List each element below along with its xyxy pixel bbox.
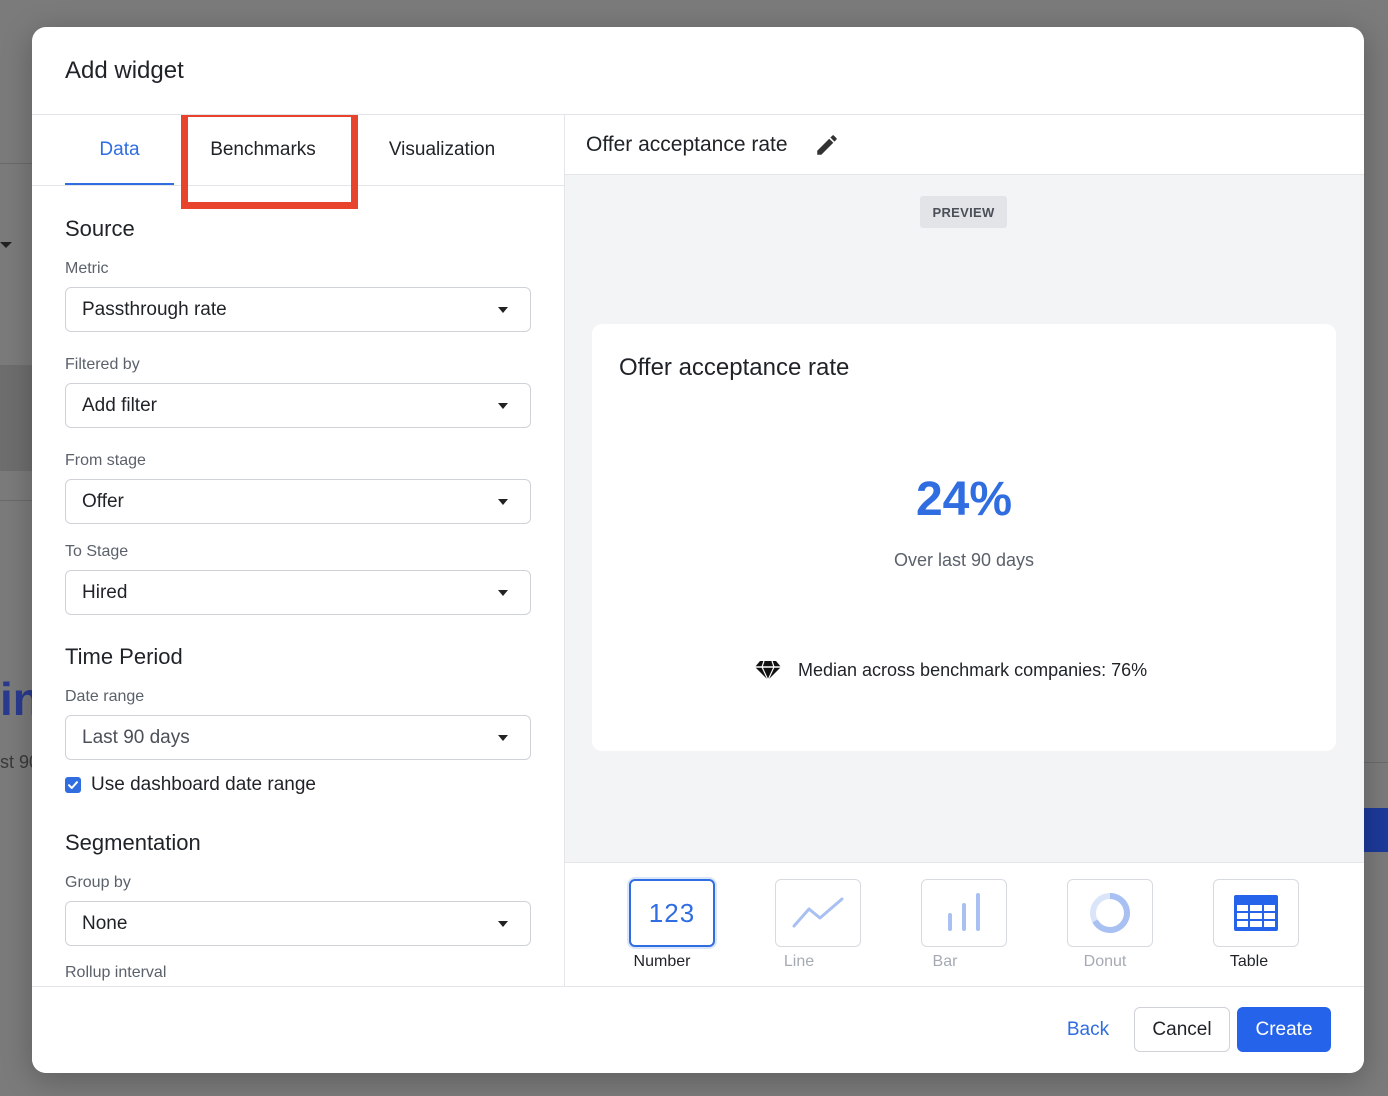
number-icon: 123: [629, 879, 715, 947]
from-stage-select[interactable]: Offer: [65, 479, 531, 524]
filtered-by-label: Filtered by: [65, 356, 140, 373]
chevron-down-icon: [498, 402, 508, 409]
source-section-title: Source: [65, 216, 135, 241]
rollup-interval-label: Rollup interval: [65, 964, 167, 981]
segmentation-section-title: Segmentation: [65, 830, 201, 855]
modal-header: Add widget: [32, 27, 1364, 115]
background-text-large: in: [0, 673, 32, 725]
pencil-glyph: [816, 134, 837, 155]
from-stage-label: From stage: [65, 452, 146, 469]
filter-select[interactable]: Add filter: [65, 383, 531, 428]
donut-chart-icon: [1067, 879, 1153, 947]
benchmark-text: Median across benchmark companies: 76%: [798, 659, 1148, 680]
tab-benchmarks-label: Benchmarks: [210, 139, 316, 160]
group-by-label: Group by: [65, 874, 131, 891]
viz-option-donut[interactable]: Donut: [1066, 879, 1154, 971]
use-dashboard-date-range-row: Use dashboard date range: [65, 774, 531, 796]
table-icon: [1213, 879, 1299, 947]
metric-value-display: 24%: [915, 473, 1013, 526]
add-widget-modal: Add widget Data Benchmarks Visualization…: [32, 27, 1364, 1073]
metric-period-text: Over last 90 days: [893, 550, 1035, 570]
background-divider: [0, 163, 32, 164]
viz-option-table[interactable]: Table: [1212, 879, 1300, 971]
background-panel: [0, 365, 32, 471]
background-button: [1364, 808, 1388, 852]
preview-pane: Offer acceptance rate PREVIEW Offer acce…: [565, 115, 1364, 986]
date-range-value: Last 90 days: [82, 726, 190, 748]
tab-benchmarks[interactable]: Benchmarks: [194, 115, 332, 185]
card-title: Offer acceptance rate: [619, 354, 850, 381]
number-glyph: 123: [648, 897, 696, 928]
table-glyph: [1234, 895, 1278, 931]
modal-footer: Back Cancel Create: [32, 986, 1364, 1073]
tab-visualization[interactable]: Visualization: [372, 115, 512, 185]
bar-chart-glyph: [948, 893, 980, 931]
viz-label-line: Line: [783, 953, 815, 970]
date-range-select[interactable]: Last 90 days: [65, 715, 531, 760]
widget-preview-card: Offer acceptance rate 24% Over last 90 d…: [592, 324, 1336, 751]
active-tab-indicator: [65, 183, 174, 185]
viz-label-bar: Bar: [932, 953, 958, 970]
create-button[interactable]: Create: [1237, 1007, 1331, 1052]
tab-visualization-label: Visualization: [388, 139, 496, 160]
data-form: Source Metric Passthrough rate Filtered …: [32, 186, 564, 982]
filter-value: Add filter: [82, 394, 157, 416]
viz-option-line[interactable]: Line: [774, 879, 862, 971]
tab-data[interactable]: Data: [65, 115, 174, 185]
chevron-down-icon: [498, 589, 508, 596]
date-range-label: Date range: [65, 688, 145, 705]
tab-data-label: Data: [99, 139, 140, 160]
modal-body: Data Benchmarks Visualization Source Met…: [32, 115, 1364, 986]
config-pane: Data Benchmarks Visualization Source Met…: [32, 115, 565, 986]
use-dashboard-date-range-checkbox[interactable]: [65, 777, 81, 793]
metric-label: Metric: [65, 260, 109, 277]
from-stage-value: Offer: [82, 490, 124, 512]
viz-label-number: Number: [633, 953, 691, 970]
line-chart-glyph: [792, 897, 844, 928]
visualization-picker: 123 Number Line Bar Donut Table: [565, 862, 1364, 986]
viz-label-table: Table: [1229, 953, 1269, 970]
background-divider: [1364, 762, 1388, 763]
viz-option-number[interactable]: 123 Number: [628, 879, 716, 971]
background-divider: [0, 500, 32, 501]
metric-value: Passthrough rate: [82, 298, 227, 320]
chevron-down-icon: [498, 498, 508, 505]
viz-option-bar[interactable]: Bar: [920, 879, 1008, 971]
chevron-down-icon: [498, 734, 508, 741]
diamond-icon: [755, 660, 781, 681]
to-stage-label: To Stage: [65, 543, 129, 560]
tab-bar: Data Benchmarks Visualization: [32, 115, 564, 209]
chevron-down-icon: [498, 920, 508, 927]
group-by-value: None: [82, 912, 128, 934]
back-button[interactable]: Back: [1053, 1007, 1123, 1052]
bar-chart-icon: [921, 879, 1007, 947]
time-period-section-title: Time Period: [65, 644, 183, 669]
widget-name: Offer acceptance rate: [586, 132, 788, 156]
background-text-small: st 90: [0, 752, 32, 772]
widget-name-header: Offer acceptance rate: [565, 115, 1364, 175]
donut-chart-glyph: [1090, 893, 1130, 933]
preview-badge: PREVIEW: [920, 196, 1007, 228]
metric-select[interactable]: Passthrough rate: [65, 287, 531, 332]
line-chart-icon: [775, 879, 861, 947]
checkmark-icon: [68, 781, 78, 789]
to-stage-value: Hired: [82, 581, 128, 603]
cancel-button[interactable]: Cancel: [1134, 1007, 1230, 1052]
group-by-select[interactable]: None: [65, 901, 531, 946]
chevron-down-icon: [498, 306, 508, 313]
to-stage-select[interactable]: Hired: [65, 570, 531, 615]
use-dashboard-date-range-label: Use dashboard date range: [91, 774, 316, 795]
background-caret-icon: [0, 242, 12, 248]
edit-pencil-icon[interactable]: [812, 130, 842, 160]
modal-title: Add widget: [65, 56, 184, 84]
benchmark-row: Median across benchmark companies: 76%: [754, 659, 1147, 681]
viz-label-donut: Donut: [1083, 953, 1127, 970]
